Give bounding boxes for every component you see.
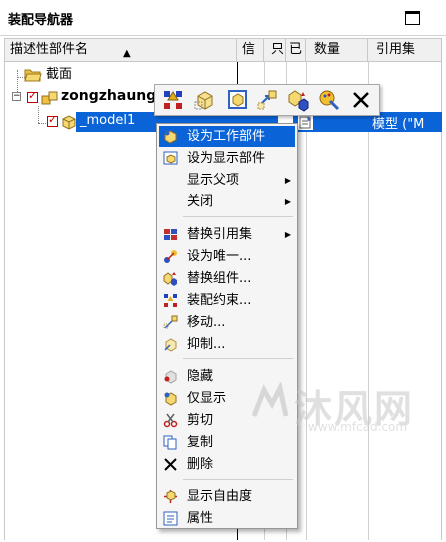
assembly-icon [41,91,58,105]
edit-note-icon [299,116,311,129]
menu-item-assembly-constraints[interactable]: 装配约束... [159,290,295,311]
assembly-navigator-panel: 装配导航器 描述性部件名 ▲ 信 只 已 数量 引用集 截面 − ✓ zongz… [0,0,446,542]
component-icon [62,115,76,130]
column-quantity[interactable]: 数量 [306,39,368,61]
menu-item-label: 属性 [187,511,214,526]
column-modified[interactable]: 已 [286,39,306,61]
column-divider [368,62,369,540]
menu-item-label: 装配约束... [187,293,252,308]
move-icon [163,315,178,329]
column-readonly[interactable]: 只 [264,39,286,61]
menu-item-label: 关闭 [187,194,214,209]
menu-item-label: 抑制... [187,337,226,352]
menu-item-suppress[interactable]: 抑制... [159,334,295,355]
menu-item-replace-component[interactable]: 替换组件... [159,268,295,289]
folder-open-icon [24,69,42,82]
delete-x-icon[interactable] [349,88,373,112]
watermark: 沐风网 www.mfcad.com [250,378,440,438]
context-menu: 设为工作部件 设为显示部件 显示父项 ▶ 关闭 ▶ 替换引用集 ▶ 设为唯一..… [156,123,298,529]
replace-component-icon[interactable] [285,88,309,112]
delete-x-icon [164,458,177,471]
menu-item-label: 显示自由度 [187,489,253,504]
move-component-icon[interactable] [255,88,279,112]
menu-item-make-work-part[interactable]: 设为工作部件 [159,126,295,147]
menu-item-label: 替换引用集 [187,227,253,242]
work-part-icon [164,130,177,144]
menu-item-label: 移动... [187,315,226,330]
replace-component-icon [163,272,177,286]
display-part-icon [163,151,178,165]
menu-item-label: 显示父项 [187,173,240,188]
properties-icon [163,511,178,526]
tree-label-section: 截面 [46,67,73,82]
column-reference-set-label: 引用集 [376,42,416,57]
menu-item-make-unique[interactable]: 设为唯一... [159,246,295,267]
show-only-icon [164,392,177,406]
make-unique-icon [164,250,177,263]
collapse-icon[interactable]: − [12,92,21,101]
menu-item-show-degrees-of-freedom[interactable]: 显示自由度 [159,486,295,507]
menu-separator [183,358,293,359]
suppress-icon [164,338,177,352]
assembly-constraints-icon [164,294,177,307]
menu-item-label: 替换组件... [187,271,252,286]
menu-item-make-displayed-part[interactable]: 设为显示部件 [159,148,295,169]
column-quantity-label: 数量 [314,42,341,57]
menu-item-display-parent[interactable]: 显示父项 ▶ [159,170,295,191]
tree-label-model1: _model1 [80,113,136,128]
menu-item-close[interactable]: 关闭 ▶ [159,191,295,212]
properties-brush-icon[interactable] [317,88,341,112]
column-divider [306,62,307,540]
scissors-icon [163,413,178,428]
column-reference-set[interactable]: 引用集 [368,39,442,61]
tree-label-assembly[interactable]: zongzhaung [61,88,156,104]
column-info-label: 信 [242,42,256,57]
hide-icon [164,370,177,384]
menu-separator [183,479,293,480]
model-visibility-checkbox[interactable] [47,113,58,127]
column-name[interactable]: 描述性部件名 ▲ [5,39,237,61]
menu-item-label: 设为显示部件 [187,151,266,166]
assembly-visibility-checkbox[interactable] [27,89,38,103]
menu-item-delete[interactable]: 删除 [159,454,295,475]
menu-item-label: 隐藏 [187,369,214,384]
reference-set-icon [164,229,177,240]
menu-item-label: 剪切 [187,413,214,428]
menu-item-label: 设为唯一... [187,249,252,264]
column-readonly-label: 只 [271,42,285,57]
column-header: 描述性部件名 ▲ 信 只 已 数量 引用集 [4,38,442,62]
submenu-arrow-icon: ▶ [284,197,291,206]
component-box-icon[interactable] [193,88,217,112]
watermark-logo-icon [251,382,289,417]
menu-item-label: 删除 [187,457,214,472]
menu-item-label: 设为工作部件 [187,129,266,144]
column-info[interactable]: 信 [237,39,264,61]
menu-item-label: 复制 [187,435,214,450]
panel-titlebar: 装配导航器 [0,0,446,36]
column-name-label: 描述性部件名 [10,42,89,57]
copy-icon [163,435,177,450]
maximize-icon[interactable] [405,11,420,25]
watermark-url: www.mfcad.com [308,420,408,434]
work-part-icon[interactable] [225,88,249,112]
context-toolbar [154,84,380,116]
menu-item-move[interactable]: 移动... [159,312,295,333]
assembly-constraints-icon[interactable] [161,88,185,112]
column-modified-label: 已 [289,42,303,57]
tree-line [38,106,39,123]
panel-title: 装配导航器 [8,13,74,28]
menu-item-label: 仅显示 [187,391,227,406]
modified-cell [298,114,313,130]
menu-separator [183,216,293,217]
degrees-of-freedom-icon [164,490,177,503]
menu-item-replace-reference-set[interactable]: 替换引用集 ▶ [159,224,295,245]
menu-item-properties[interactable]: 属性 [159,508,295,529]
submenu-arrow-icon: ▶ [284,176,291,185]
submenu-arrow-icon: ▶ [284,230,291,239]
